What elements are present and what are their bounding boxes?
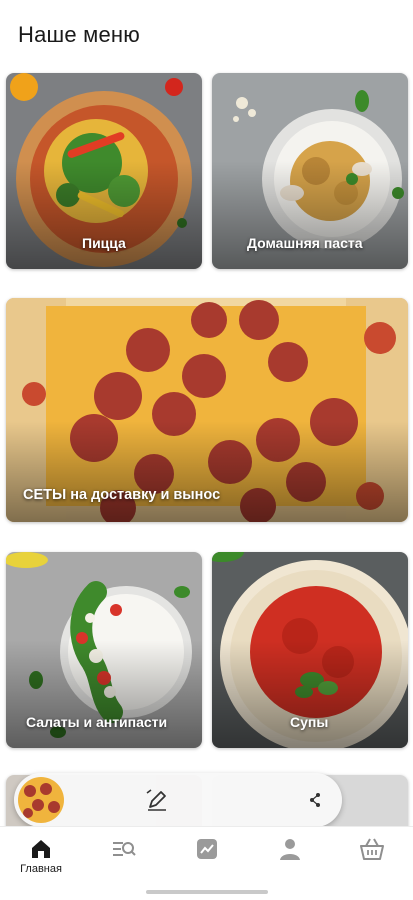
category-label-sets: СЕТЫ на доставку и вынос (23, 487, 221, 503)
category-card-soups[interactable]: Супы (212, 552, 408, 748)
home-icon (32, 840, 50, 858)
nav-item-home[interactable]: Главная (11, 837, 71, 881)
nav-item-profile[interactable] (260, 837, 320, 881)
pizza-thumbnail-image (18, 777, 64, 823)
nav-item-cart[interactable] (342, 837, 402, 881)
nav-item-promo[interactable] (177, 837, 237, 881)
basket-icon (360, 838, 384, 860)
menu-search-icon (113, 842, 136, 856)
edit-button[interactable] (144, 787, 170, 813)
nav-item-menu[interactable] (94, 837, 154, 881)
trending-icon (197, 839, 217, 859)
category-label-salads: Салаты и антипасти (26, 714, 168, 730)
share-button[interactable] (304, 789, 326, 811)
edit-pencil-icon (146, 789, 166, 811)
category-label-pizza: Пицца (82, 235, 126, 251)
user-icon (280, 839, 300, 860)
home-indicator[interactable] (146, 890, 268, 894)
page-title: Наше меню (18, 22, 140, 47)
category-label-soups: Супы (290, 714, 329, 730)
category-card-pasta[interactable]: Домашняя паста (212, 73, 408, 269)
order-thumbnail[interactable] (18, 777, 64, 823)
share-icon (310, 793, 320, 807)
floating-action-bar (14, 773, 342, 827)
category-card-pizza[interactable]: Пицца (6, 73, 202, 269)
bottom-navigation: Главная (0, 826, 413, 884)
category-card-sets[interactable]: СЕТЫ на доставку и вынос (6, 298, 408, 522)
category-label-pasta: Домашняя паста (247, 235, 363, 251)
nav-label-home: Главная (20, 863, 62, 875)
category-card-salads[interactable]: Салаты и антипасти (6, 552, 202, 748)
